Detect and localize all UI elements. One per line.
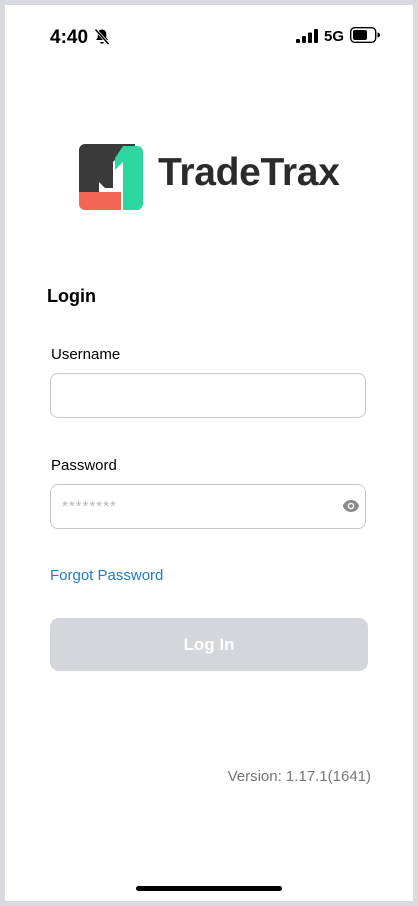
forgot-password-link[interactable]: Forgot Password — [50, 567, 163, 584]
cellular-signal-icon — [296, 29, 318, 43]
brand-name: TradeTrax — [158, 151, 340, 194]
username-label: Username — [51, 346, 121, 363]
bell-slash-icon — [94, 28, 110, 46]
login-button[interactable]: Log In — [50, 618, 368, 671]
eye-icon[interactable] — [342, 499, 360, 513]
status-time: 4:40 — [50, 27, 89, 48]
network-type: 5G — [324, 28, 345, 45]
login-heading: Login — [47, 286, 96, 306]
username-input[interactable] — [51, 374, 322, 417]
battery-icon — [350, 27, 380, 43]
username-field[interactable] — [50, 373, 366, 418]
app-screen: 4:40 5G TradeTrax Login Username Passwor… — [5, 5, 413, 901]
tradetrax-logo-icon — [79, 144, 143, 210]
password-label: Password — [51, 457, 117, 474]
password-input[interactable] — [51, 485, 322, 528]
home-indicator[interactable] — [136, 886, 282, 891]
password-field[interactable] — [50, 484, 366, 529]
version-label: Version: 1.17.1(1641) — [227, 768, 371, 785]
